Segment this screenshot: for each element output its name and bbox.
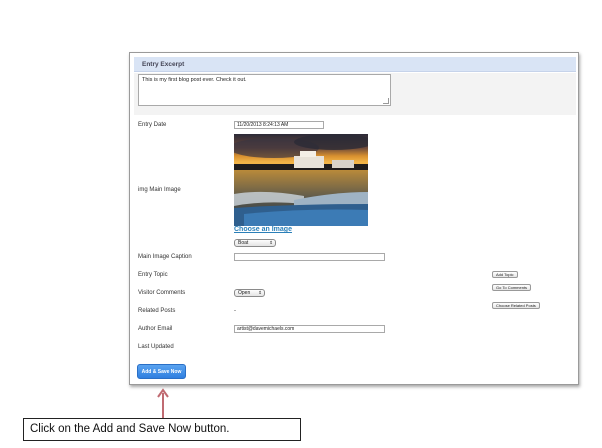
image-select[interactable]: Boat ⇕ — [234, 239, 276, 247]
choose-image-link[interactable]: Choose an Image — [234, 226, 292, 233]
author-email-label: Author Email — [138, 326, 173, 332]
visitor-comments-label: Visitor Comments — [138, 290, 186, 296]
boat-harbor-image — [234, 134, 368, 226]
excerpt-header: Entry Excerpt — [134, 57, 576, 72]
entry-date-label: Entry Date — [138, 122, 167, 128]
excerpt-text: This is my first blog post ever. Check i… — [142, 77, 247, 83]
visitor-comments-value: Open — [238, 290, 251, 296]
entry-date-field[interactable]: 11/20/2013 8:24:13 AM — [234, 121, 324, 129]
blog-entry-form-panel: Entry Excerpt This is my first blog post… — [129, 52, 579, 385]
entry-topic-label: Entry Topic — [138, 272, 168, 278]
related-posts-value: - — [234, 308, 236, 314]
select-arrows-icon: ⇕ — [269, 240, 273, 245]
add-topic-button[interactable]: Add Topic — [492, 271, 518, 278]
author-email-field[interactable]: artist@davemichaels.com — [234, 325, 385, 333]
caption-label: Main Image Caption — [138, 254, 192, 260]
resize-grip-icon[interactable] — [383, 98, 389, 104]
arrow-up-icon — [157, 388, 169, 418]
last-updated-label: Last Updated — [138, 344, 174, 350]
caption-field[interactable] — [234, 253, 385, 261]
choose-related-posts-button[interactable]: Choose Related Posts — [492, 302, 540, 309]
main-image-label: img Main Image — [138, 187, 181, 193]
main-image-preview — [234, 134, 368, 226]
go-to-comments-button[interactable]: Go To Comments — [492, 284, 532, 291]
add-and-save-now-button[interactable]: Add & Save Now — [137, 364, 186, 379]
excerpt-textarea[interactable]: This is my first blog post ever. Check i… — [138, 74, 391, 106]
related-posts-label: Related Posts — [138, 308, 176, 314]
visitor-comments-select[interactable]: Open ⇕ — [234, 289, 265, 297]
select-arrows-icon: ⇕ — [258, 290, 262, 295]
image-select-value: Boat — [238, 240, 249, 246]
instruction-callout: Click on the Add and Save Now button. — [23, 418, 301, 441]
